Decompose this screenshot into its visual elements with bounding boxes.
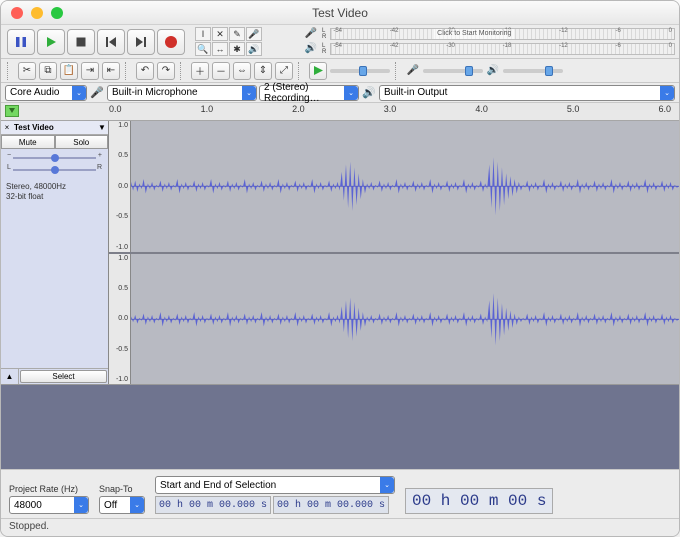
play-button[interactable]	[37, 29, 65, 55]
waveform-area[interactable]: 1.00.50.0-0.5-1.0 1.00.50.0-0.5-1.0	[109, 121, 679, 384]
titlebar: Test Video	[1, 1, 679, 25]
mic-level-icon[interactable]: 🎤	[246, 27, 262, 41]
selection-start-counter[interactable]: 00 h 00 m 00.000 s	[155, 496, 271, 514]
app-window: Test Video I ✕ ✎ 🎤 🔍 ↔ ✱ 🔊 🎤 LR	[0, 0, 680, 537]
track-name[interactable]: Test Video	[13, 123, 96, 132]
selection-end-counter[interactable]: 00 h 00 m 00.000 s	[273, 496, 389, 514]
fit-project-button[interactable]: ⇕	[254, 62, 272, 80]
play-vol-icon: 🔊	[486, 65, 500, 76]
waveform-right[interactable]	[131, 254, 679, 385]
snap-to-label: Snap-To	[99, 484, 145, 494]
speaker-device-icon: 🔊	[361, 86, 377, 99]
playback-meter[interactable]: -54-42-30-18-12-60	[330, 43, 675, 55]
stop-button[interactable]	[67, 29, 95, 55]
copy-button[interactable]: ⧉	[39, 62, 57, 80]
speaker-level-icon[interactable]: 🔊	[246, 42, 262, 56]
play-at-speed-button[interactable]	[309, 62, 327, 80]
status-text: Stopped.	[9, 521, 49, 532]
transport-toolbar: I ✕ ✎ 🎤 🔍 ↔ ✱ 🔊 🎤 LR -54-42-30-18-12-60 …	[1, 25, 679, 59]
track-control-panel: × Test Video ▼ Mute Solo −+ LR Stereo, 4…	[1, 121, 109, 384]
vertical-scale-right[interactable]: 1.00.50.0-0.5-1.0	[109, 254, 131, 385]
mic-device-icon: 🎤	[89, 86, 105, 99]
zoom-toggle-button[interactable]: ⤢	[275, 62, 293, 80]
vertical-scale-left[interactable]: 1.00.50.0-0.5-1.0	[109, 121, 131, 252]
silence-button[interactable]: ⇤	[102, 62, 120, 80]
redo-button[interactable]: ↷	[157, 62, 175, 80]
track-format-info: Stereo, 48000Hz 32-bit float	[1, 179, 108, 205]
zoom-out-button[interactable]: －	[212, 62, 230, 80]
collapse-track-button[interactable]: ▲	[1, 369, 19, 384]
selection-toolbar: Project Rate (Hz) 48000⌄ Snap-To Off⌄ St…	[1, 469, 679, 518]
mute-button[interactable]: Mute	[1, 135, 55, 149]
playhead-handle-icon[interactable]	[5, 105, 19, 117]
waveform-left[interactable]	[131, 121, 679, 252]
edit-toolbar: ✂ ⧉ 📋 ⇥ ⇤ ↶ ↷ ＋ － ⇔ ⇕ ⤢ 🎤 🔊	[1, 59, 679, 83]
selection-mode-select[interactable]: Start and End of Selection⌄	[155, 476, 395, 494]
empty-track-area[interactable]	[1, 385, 679, 469]
input-device-select[interactable]: Built-in Microphone⌄	[107, 85, 257, 101]
close-window-button[interactable]	[11, 7, 23, 19]
speaker-icon: 🔊	[304, 43, 318, 54]
zoom-window-button[interactable]	[51, 7, 63, 19]
undo-button[interactable]: ↶	[136, 62, 154, 80]
playback-volume-slider[interactable]	[503, 69, 563, 73]
fit-selection-button[interactable]: ⇔	[233, 62, 251, 80]
pause-button[interactable]	[7, 29, 35, 55]
record-button[interactable]	[157, 29, 185, 55]
snap-to-select[interactable]: Off⌄	[99, 496, 145, 514]
mic-icon: 🎤	[304, 28, 318, 39]
skip-start-button[interactable]	[97, 29, 125, 55]
track-menu-button[interactable]: ▼	[96, 123, 108, 132]
click-to-monitor-label[interactable]: Click to Start Monitoring	[434, 29, 514, 39]
device-toolbar: Core Audio⌄ 🎤 Built-in Microphone⌄ 2 (St…	[1, 83, 679, 103]
status-bar: Stopped.	[1, 518, 679, 536]
envelope-tool-icon[interactable]: ✕	[212, 27, 228, 41]
track-close-button[interactable]: ×	[1, 123, 13, 132]
rec-meter-lr: LR	[322, 28, 326, 40]
project-rate-label: Project Rate (Hz)	[9, 484, 89, 494]
cut-button[interactable]: ✂	[18, 62, 36, 80]
draw-tool-icon[interactable]: ✎	[229, 27, 245, 41]
gain-slider[interactable]: −+	[7, 152, 102, 164]
audio-position-counter[interactable]: 00 h 00 m 00 s	[405, 488, 553, 514]
pan-slider[interactable]: LR	[7, 164, 102, 176]
trim-button[interactable]: ⇥	[81, 62, 99, 80]
select-track-button[interactable]: Select	[20, 370, 107, 383]
minimize-window-button[interactable]	[31, 7, 43, 19]
recording-volume-slider[interactable]	[423, 69, 483, 73]
timeline-ruler[interactable]: 0.0 1.0 2.0 3.0 4.0 5.0 6.0	[1, 103, 679, 121]
selection-tool-icon[interactable]: I	[195, 27, 211, 41]
play-meter-lr: LR	[322, 43, 326, 55]
solo-button[interactable]: Solo	[55, 135, 109, 149]
play-speed-slider[interactable]	[330, 69, 390, 73]
paste-button[interactable]: 📋	[60, 62, 78, 80]
tools-grid: I ✕ ✎ 🎤 🔍 ↔ ✱ 🔊	[195, 27, 296, 56]
timeshift-tool-icon[interactable]: ↔	[212, 42, 228, 56]
zoom-tool-icon[interactable]: 🔍	[195, 42, 211, 56]
window-controls	[1, 7, 63, 19]
output-device-select[interactable]: Built-in Output⌄	[379, 85, 675, 101]
project-rate-select[interactable]: 48000⌄	[9, 496, 89, 514]
channels-select[interactable]: 2 (Stereo) Recording…⌄	[259, 85, 359, 101]
zoom-in-button[interactable]: ＋	[191, 62, 209, 80]
recording-meter[interactable]: -54-42-30-18-12-60 Click to Start Monito…	[330, 28, 675, 40]
window-title: Test Video	[1, 6, 679, 20]
tracks-area: × Test Video ▼ Mute Solo −+ LR Stereo, 4…	[1, 121, 679, 385]
audio-host-select[interactable]: Core Audio⌄	[5, 85, 87, 101]
rec-vol-icon: 🎤	[406, 65, 420, 76]
multi-tool-icon[interactable]: ✱	[229, 42, 245, 56]
skip-end-button[interactable]	[127, 29, 155, 55]
